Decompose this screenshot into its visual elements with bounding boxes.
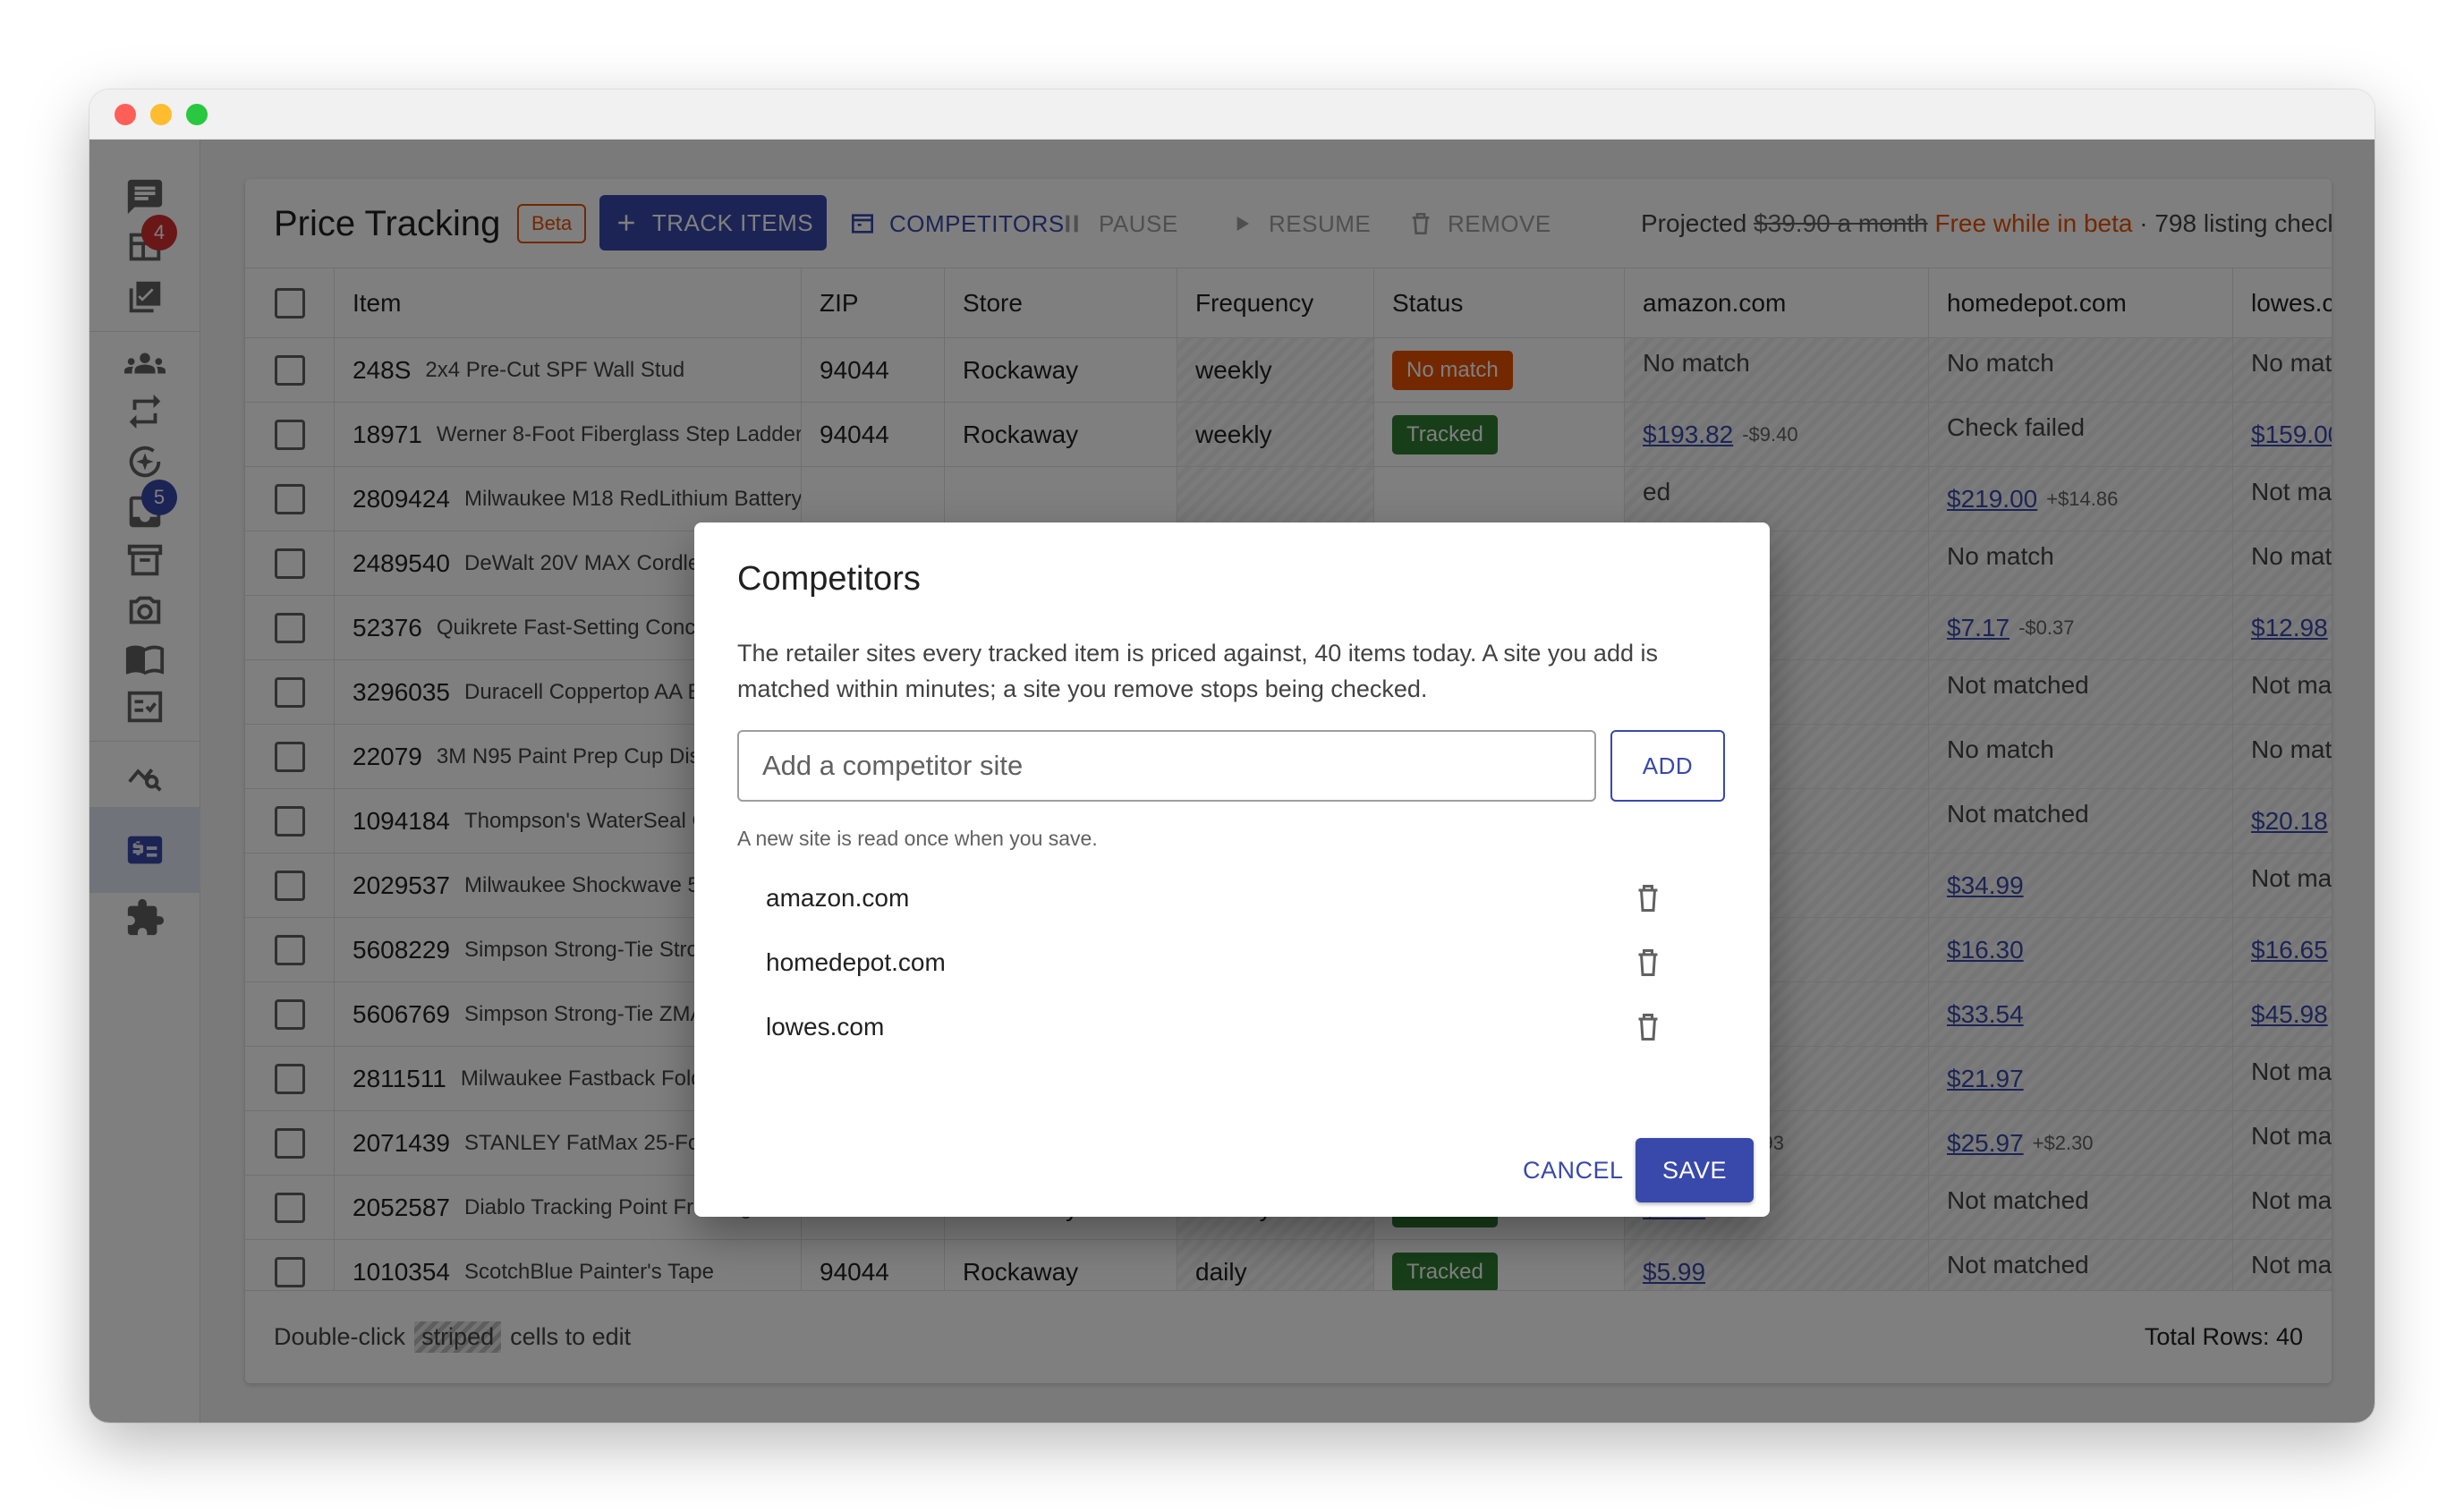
app-body: 4 5 <box>89 140 2375 1423</box>
cancel-button[interactable]: CANCEL <box>1508 1138 1638 1202</box>
delete-site-icon[interactable] <box>1632 1011 1664 1043</box>
app-window: 4 5 <box>89 89 2375 1423</box>
competitor-site-input[interactable] <box>737 730 1596 802</box>
site-row: lowes.com <box>737 995 1704 1059</box>
add-site-button[interactable]: ADD <box>1610 730 1725 802</box>
dialog-description: The retailer sites every tracked item is… <box>737 640 1658 702</box>
site-name: amazon.com <box>766 884 910 912</box>
save-button[interactable]: SAVE <box>1636 1138 1754 1202</box>
close-window-button[interactable] <box>115 104 136 125</box>
site-name: homedepot.com <box>766 948 946 976</box>
delete-site-icon[interactable] <box>1632 882 1664 914</box>
dialog-helper-text: A new site is read once when you save. <box>737 827 1098 850</box>
site-row: amazon.com <box>737 866 1704 930</box>
maximize-window-button[interactable] <box>186 104 208 125</box>
dialog-title: Competitors <box>737 560 921 598</box>
window-titlebar <box>89 89 2375 140</box>
minimize-window-button[interactable] <box>150 104 172 125</box>
competitors-dialog: Competitors The retailer sites every tra… <box>694 522 1770 1217</box>
site-name: lowes.com <box>766 1013 885 1041</box>
delete-site-icon[interactable] <box>1632 947 1664 979</box>
site-row: homedepot.com <box>737 930 1704 995</box>
